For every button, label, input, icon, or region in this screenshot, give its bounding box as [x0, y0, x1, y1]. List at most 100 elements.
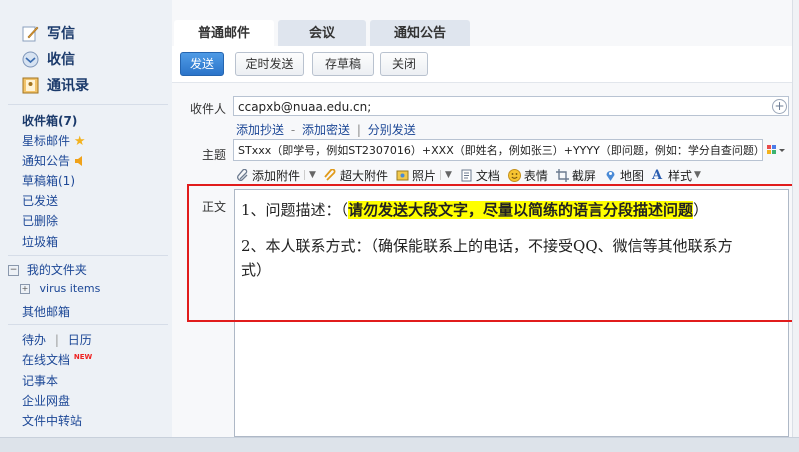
inbox-label: 收信 [47, 52, 75, 68]
style-button[interactable]: A 样式 ▼ [652, 167, 701, 184]
folder-starred[interactable]: 星标邮件 ★ [22, 132, 86, 149]
folder-inbox[interactable]: 收件箱(7) [22, 112, 77, 129]
to-field[interactable]: ccapxb@nuaa.edu.cn; [233, 96, 789, 116]
folder-starred-label: 星标邮件 [22, 134, 71, 148]
new-badge: NEW [73, 353, 93, 361]
close-button[interactable]: 关闭 [380, 52, 428, 76]
online-docs-label: 在线文档 [22, 353, 71, 367]
highlighted-instruction: 请勿发送大段文字，尽量以简练的语言分段描述问题 [348, 201, 694, 219]
contacts-icon [22, 77, 39, 94]
screenshot-button[interactable]: 截屏 [555, 167, 596, 184]
folder-notices[interactable]: 通知公告 [22, 152, 86, 169]
body-line-1-suffix: ） [693, 201, 709, 219]
my-folders-label: 我的文件夹 [26, 263, 87, 277]
map-pin-icon [604, 169, 617, 182]
color-grid-icon [767, 145, 785, 154]
paperclip-icon [236, 168, 249, 182]
star-icon: ★ [73, 134, 86, 149]
chevron-down-icon[interactable]: ▼ [304, 170, 316, 180]
photo-icon [396, 169, 409, 182]
recipient-options: 添加抄送 - 添加密送 | 分别发送 [236, 121, 416, 138]
speaker-icon [74, 155, 86, 169]
body-line-1-prefix: 1、问题描述：（ [241, 201, 349, 219]
large-attachment-icon [324, 168, 337, 182]
expand-icon: + [20, 284, 30, 294]
body-label: 正文 [201, 200, 226, 214]
photo-label: 照片 [411, 168, 436, 183]
add-recipient-icon[interactable]: + [772, 99, 787, 114]
attach-file-label: 添加附件 [252, 168, 301, 183]
notes-link[interactable]: 记事本 [22, 372, 58, 389]
chevron-down-icon[interactable]: ▼ [439, 170, 452, 180]
online-docs-link[interactable]: 在线文档 NEW [22, 351, 92, 368]
separate-send-link[interactable]: 分别发送 [368, 123, 416, 137]
body-line-1: 1、问题描述：（请勿发送大段文字，尽量以简练的语言分段描述问题） [241, 198, 708, 222]
subject-label: 主题 [201, 148, 226, 162]
attach-file-button[interactable]: 添加附件 ▼ [236, 167, 316, 184]
emoji-label: 表情 [523, 168, 548, 183]
document-icon [460, 169, 473, 182]
screenshot-label: 截屏 [571, 168, 596, 183]
divider [8, 104, 168, 105]
map-button[interactable]: 地图 [604, 167, 644, 184]
to-label: 收件人 [189, 102, 226, 116]
folder-deleted[interactable]: 已删除 [22, 212, 58, 229]
calendar-link[interactable]: 日历 [68, 333, 92, 347]
folder-notices-label: 通知公告 [22, 154, 71, 168]
todo-link[interactable]: 待办 [22, 333, 46, 347]
font-style-icon: A [651, 167, 663, 183]
netdisk-link[interactable]: 企业网盘 [22, 392, 70, 409]
compose-toolbar: 发送 定时发送 存草稿 关闭 [172, 46, 799, 83]
file-transfer-link[interactable]: 文件中转站 [22, 412, 82, 429]
inbox-link[interactable]: 收信 [22, 48, 75, 70]
divider [8, 255, 168, 256]
folder-spam[interactable]: 垃圾箱 [22, 233, 58, 250]
style-label: 样式 [667, 168, 692, 183]
compose-icon [22, 25, 39, 42]
folder-drafts[interactable]: 草稿箱(1) [22, 172, 75, 189]
subject-value: STxxx（即学号，例如ST2307016）+XXX（即姓名，例如张三）+YYY… [238, 144, 763, 157]
sidebar: 写信 收信 通讯录 收件箱(7) 星标邮件 ★ 通知公告 草稿箱(1) 已发送 … [0, 0, 172, 437]
contacts-label: 通讯录 [47, 78, 89, 94]
send-button[interactable]: 发送 [180, 52, 224, 76]
other-mail-link[interactable]: 其他邮箱 [22, 303, 70, 320]
to-value: ccapxb@nuaa.edu.cn; [238, 100, 372, 114]
document-label: 文档 [475, 168, 500, 183]
inbox-icon [22, 51, 39, 68]
large-attachment-button[interactable]: 超大附件 [324, 167, 388, 184]
save-draft-button[interactable]: 存草稿 [312, 52, 374, 76]
tab-meeting[interactable]: 会议 [278, 20, 366, 46]
subject-priority-dropdown[interactable] [765, 142, 787, 158]
chevron-down-icon[interactable]: ▼ [694, 170, 701, 180]
photo-button[interactable]: 照片 ▼ [396, 167, 452, 184]
add-bcc-link[interactable]: 添加密送 [302, 123, 350, 137]
contacts-link[interactable]: 通讯录 [22, 74, 89, 96]
compose-link[interactable]: 写信 [22, 22, 75, 44]
add-cc-link[interactable]: 添加抄送 [236, 123, 284, 137]
divider [8, 324, 168, 325]
folder-virus-items[interactable]: + virus items [20, 282, 100, 295]
separator: | [54, 333, 59, 347]
large-attachment-label: 超大附件 [339, 168, 388, 183]
todo-calendar-row: 待办 | 日历 [22, 331, 92, 348]
separator: | [356, 123, 361, 137]
subject-field[interactable]: STxxx（即学号，例如ST2307016）+XXX（即姓名，例如张三）+YYY… [233, 139, 763, 161]
folder-sent[interactable]: 已发送 [22, 192, 58, 209]
schedule-send-button[interactable]: 定时发送 [235, 52, 304, 76]
smiley-icon [507, 168, 521, 182]
scrollbar[interactable] [792, 0, 799, 437]
collapse-icon: − [8, 265, 19, 276]
screenshot-icon [555, 168, 569, 182]
tab-normal-mail[interactable]: 普通邮件 [174, 20, 274, 46]
editor-toolbar: 添加附件 ▼ 超大附件 照片 ▼ 文档 表情 截屏 地图 A 样式 ▼ [236, 164, 709, 186]
tab-notice[interactable]: 通知公告 [370, 20, 470, 46]
body-line-2: 2、本人联系方式：（确保能联系上的电话，不接受QQ、微信等其他联系方 [241, 237, 733, 255]
body-editor[interactable]: 1、问题描述：（请勿发送大段文字，尽量以简练的语言分段描述问题） 2、本人联系方… [234, 189, 789, 437]
status-bar [0, 437, 799, 452]
my-folders-toggle[interactable]: − 我的文件夹 [8, 261, 87, 278]
emoji-button[interactable]: 表情 [507, 167, 548, 184]
compose-label: 写信 [47, 26, 75, 42]
document-button[interactable]: 文档 [460, 167, 500, 184]
map-label: 地图 [619, 168, 644, 183]
virus-items-label: virus items [39, 282, 101, 295]
